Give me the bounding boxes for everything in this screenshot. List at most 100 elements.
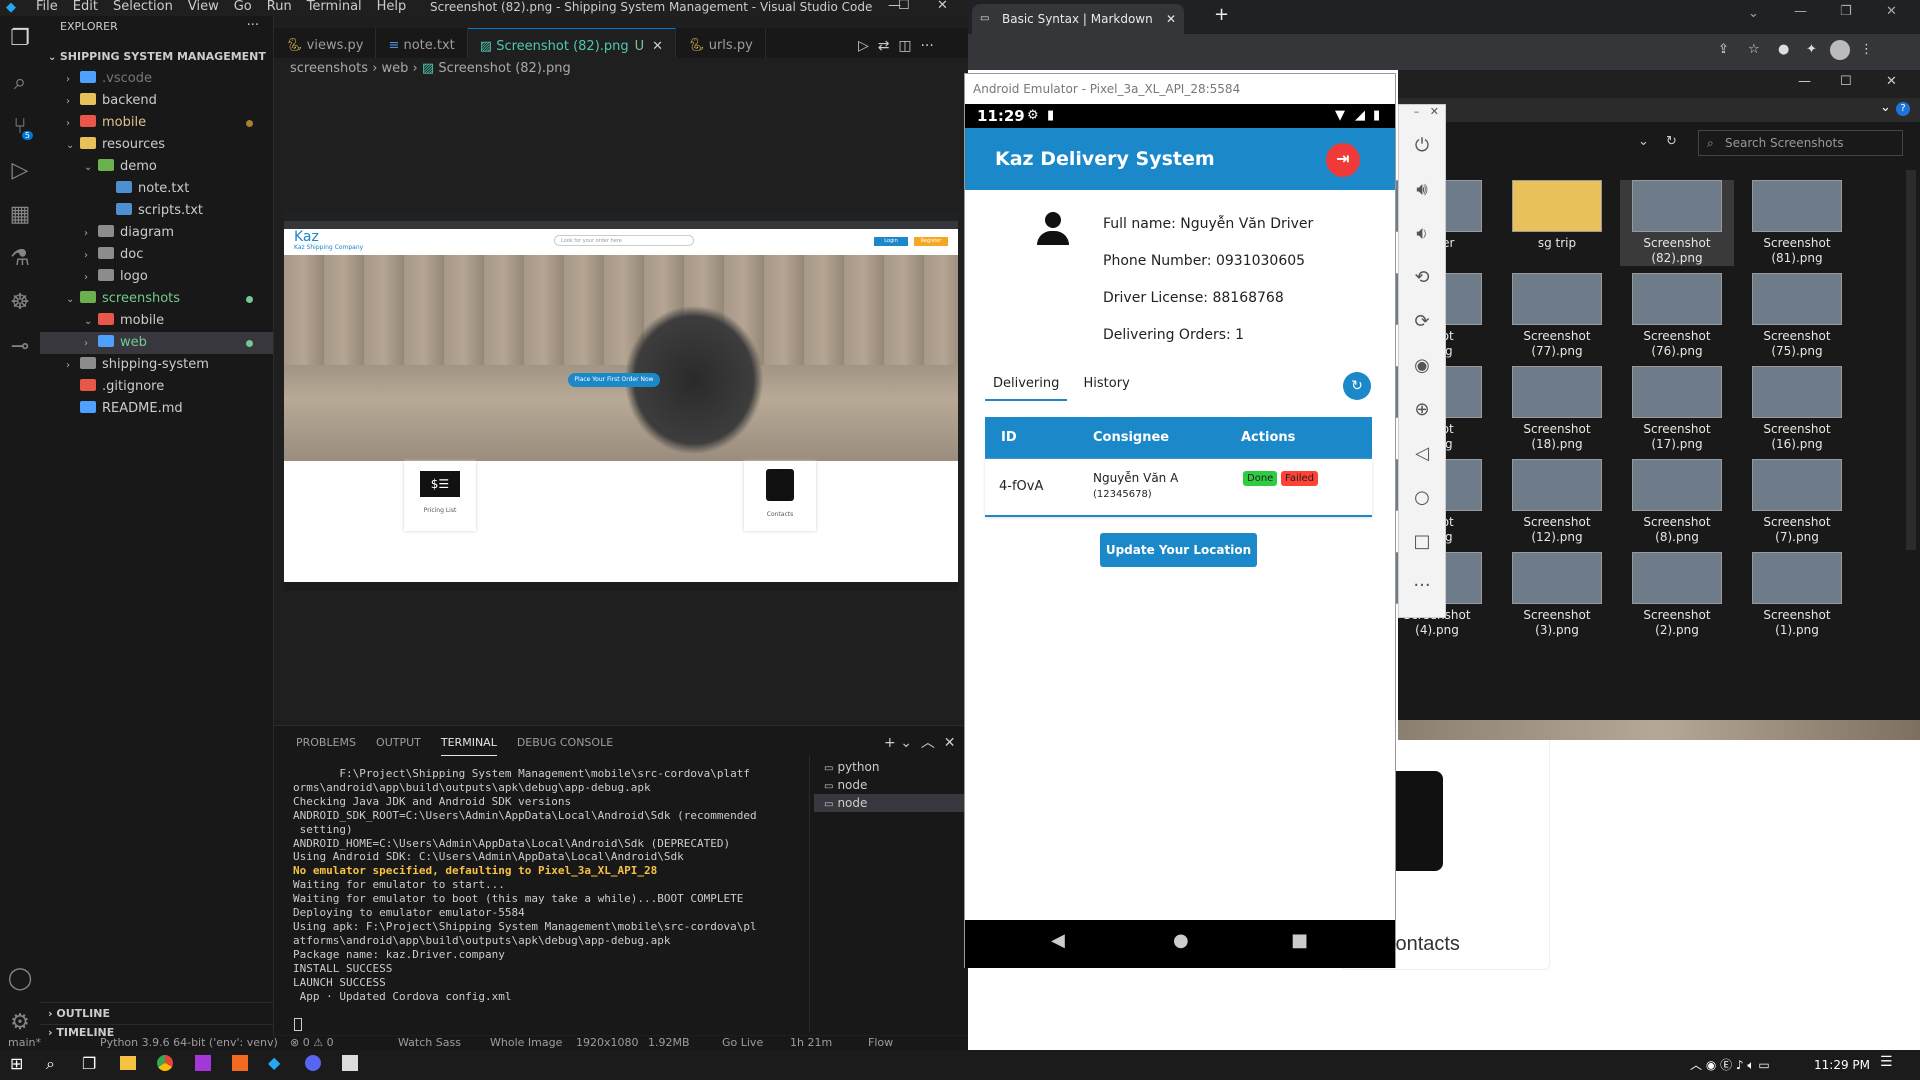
source-control-icon[interactable]: ⑂ 5 xyxy=(0,104,40,148)
status-item[interactable]: main* xyxy=(8,1036,41,1050)
clock[interactable]: 11:29 PM xyxy=(1814,1058,1870,1072)
remote-icon[interactable]: ☸ xyxy=(0,280,40,324)
tree-item-logo[interactable]: › logo xyxy=(40,266,273,288)
git-graph-icon[interactable]: ⊸ xyxy=(0,324,40,368)
tree-item-readme-md[interactable]: README.md xyxy=(40,398,273,420)
tree-item-note-txt[interactable]: note.txt xyxy=(40,178,273,200)
volume-down-icon[interactable]: 🔉︎ xyxy=(1399,211,1445,255)
tree-item-screenshots[interactable]: ⌄ screenshots xyxy=(40,288,273,310)
menu-help[interactable]: Help xyxy=(377,0,407,14)
notification-icon[interactable]: ☰ xyxy=(1880,1054,1893,1070)
search-box[interactable]: ⌕ Search Screenshots xyxy=(1698,130,1903,156)
status-item[interactable]: 1920x1080 xyxy=(576,1036,639,1050)
refresh-orders-icon[interactable]: ↻ xyxy=(1343,372,1371,400)
search-icon[interactable]: ⌕ xyxy=(0,60,40,104)
bookmark-star-icon[interactable]: ☆ xyxy=(1748,42,1760,57)
account-icon[interactable]: ◯ xyxy=(0,956,40,1000)
terminal-instance[interactable]: ▭ node xyxy=(814,776,968,794)
volume-up-icon[interactable]: 🔊︎ xyxy=(1399,167,1445,211)
taskbar-search-icon[interactable]: ⌕ xyxy=(46,1054,55,1074)
tab-delivering[interactable]: Delivering xyxy=(985,372,1068,401)
run-debug-icon[interactable]: ▷ xyxy=(0,148,40,192)
breadcrumb-screenshots[interactable]: screenshots xyxy=(290,61,368,76)
tree-item-shipping-system[interactable]: › shipping-system xyxy=(40,354,273,376)
file-thumbnail[interactable]: Screenshot (17).png xyxy=(1620,366,1734,452)
tree-item-mobile[interactable]: ⌄ mobile xyxy=(40,310,273,332)
tree-item-backend[interactable]: › backend xyxy=(40,90,273,112)
logout-icon[interactable]: ⇥ xyxy=(1326,143,1360,177)
rotate-left-icon[interactable]: ⟲ xyxy=(1399,255,1445,299)
breadcrumb-web[interactable]: web xyxy=(382,61,409,76)
status-item[interactable]: Flow xyxy=(868,1036,893,1050)
menu-go[interactable]: Go xyxy=(234,0,252,14)
status-item[interactable]: Whole Image xyxy=(490,1036,562,1050)
nav-home-icon[interactable]: ● xyxy=(1173,930,1189,951)
nav-recents-icon[interactable]: ■ xyxy=(1291,930,1308,951)
discord-taskbar-icon[interactable] xyxy=(305,1055,321,1071)
chrome-taskbar-icon[interactable] xyxy=(157,1055,173,1071)
ribbon-collapse-icon[interactable]: ⌄ xyxy=(1880,100,1891,115)
file-thumbnail[interactable]: Screenshot (81).png xyxy=(1740,180,1854,266)
share-icon[interactable]: ⇪ xyxy=(1718,42,1729,57)
refresh-icon[interactable]: ↻ xyxy=(1666,134,1677,149)
breadcrumb-file[interactable]: Screenshot (82).png xyxy=(438,61,570,76)
terminal-instance[interactable]: ▭ node xyxy=(814,794,968,812)
menu-run[interactable]: Run xyxy=(267,0,292,14)
tree-item-demo[interactable]: ⌄ demo xyxy=(40,156,273,178)
file-explorer-taskbar-icon[interactable] xyxy=(120,1056,136,1070)
new-tab-icon[interactable]: + xyxy=(1214,4,1229,25)
menu-view[interactable]: View xyxy=(188,0,219,14)
tree-item-resources[interactable]: ⌄ resources xyxy=(40,134,273,156)
file-thumbnail[interactable]: Screenshot (12).png xyxy=(1500,459,1614,545)
rotate-right-icon[interactable]: ⟳ xyxy=(1399,299,1445,343)
help-icon[interactable]: ? xyxy=(1896,102,1910,116)
emulator-taskbar-icon[interactable] xyxy=(342,1055,358,1071)
file-thumbnail[interactable]: Screenshot (8).png xyxy=(1620,459,1734,545)
panel-tab-debug-console[interactable]: DEBUG CONSOLE xyxy=(517,726,613,755)
explorer-minimize-icon[interactable]: — xyxy=(1798,74,1811,89)
menu-edit[interactable]: Edit xyxy=(73,0,98,14)
status-item[interactable]: 1h 21m xyxy=(790,1036,832,1050)
start-icon[interactable]: ⊞ xyxy=(10,1054,23,1073)
extensions-puzzle-icon[interactable]: ✦ xyxy=(1806,42,1817,57)
testing-icon[interactable]: ⚗ xyxy=(0,236,40,280)
file-thumbnail[interactable]: sg trip xyxy=(1500,180,1614,251)
files-icon[interactable]: ❐ xyxy=(0,16,40,60)
file-thumbnail[interactable]: Screenshot (77).png xyxy=(1500,273,1614,359)
sublime-taskbar-icon[interactable] xyxy=(232,1055,248,1071)
home-icon[interactable]: ○ xyxy=(1399,475,1445,519)
address-dropdown-icon[interactable]: ⌄ xyxy=(1638,134,1649,149)
tree-item--vscode[interactable]: › .vscode xyxy=(40,68,273,90)
outline-section[interactable]: › OUTLINE xyxy=(40,1002,273,1024)
back-icon[interactable]: ◁ xyxy=(1399,431,1445,475)
file-thumbnail[interactable]: Screenshot (2).png xyxy=(1620,552,1734,638)
terminal-instance[interactable]: ▭ python xyxy=(814,758,968,776)
status-item[interactable]: Go Live xyxy=(722,1036,763,1050)
tree-item-web[interactable]: › web xyxy=(40,332,273,354)
camera-icon[interactable]: ◉ xyxy=(1399,343,1445,387)
file-thumbnail[interactable]: Screenshot (18).png xyxy=(1500,366,1614,452)
maximize-icon[interactable]: ☐ xyxy=(898,0,910,13)
explorer-maximize-icon[interactable]: ☐ xyxy=(1840,74,1852,89)
extensions-icon[interactable]: ▦ xyxy=(0,192,40,236)
tab-search-icon[interactable]: ⌄ xyxy=(1748,6,1759,21)
explorer-close-icon[interactable]: ✕ xyxy=(1886,74,1897,89)
file-thumbnail[interactable]: Screenshot (1).png xyxy=(1740,552,1854,638)
more-options-icon[interactable]: ··· xyxy=(1399,563,1445,607)
tree-item-mobile[interactable]: › mobile xyxy=(40,112,273,134)
tab-history[interactable]: History xyxy=(1076,372,1138,399)
browser-minimize-icon[interactable]: — xyxy=(1794,4,1807,19)
file-thumbnail[interactable]: Screenshot (82).png xyxy=(1620,180,1734,266)
tree-item-scripts-txt[interactable]: scripts.txt xyxy=(40,200,273,222)
file-thumbnail[interactable]: Screenshot (7).png xyxy=(1740,459,1854,545)
new-terminal-icon[interactable]: + xyxy=(884,735,896,751)
tree-item-diagram[interactable]: › diagram xyxy=(40,222,273,244)
browser-tab[interactable]: ▭ Basic Syntax | Markdown Guide ✕ xyxy=(972,4,1184,56)
failed-button[interactable]: Failed xyxy=(1281,471,1319,486)
run-icon[interactable]: ▷ xyxy=(858,38,869,54)
profile-avatar[interactable] xyxy=(1830,40,1850,60)
explorer-scrollbar[interactable] xyxy=(1906,170,1916,550)
panel-tab-terminal[interactable]: TERMINAL xyxy=(440,726,497,756)
tab-close-icon[interactable]: ✕ xyxy=(652,39,663,54)
more-icon[interactable]: ··· xyxy=(920,38,933,54)
